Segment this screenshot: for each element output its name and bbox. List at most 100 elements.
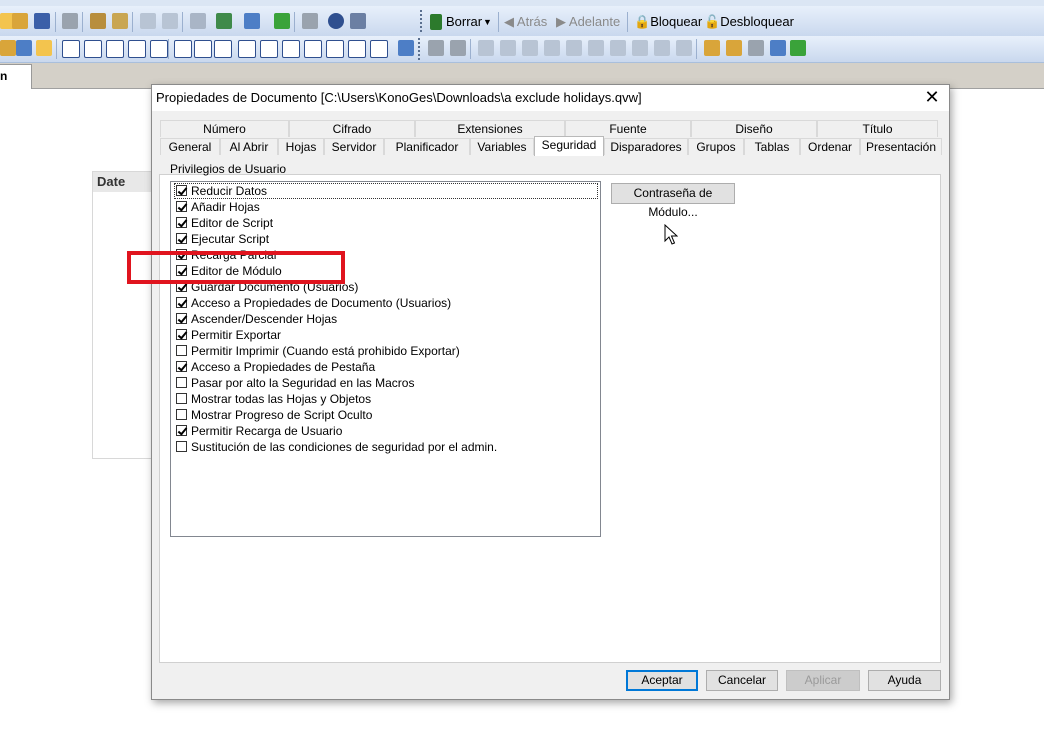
privilege-item[interactable]: Acceso a Propiedades de Documento (Usuar… — [174, 295, 598, 311]
design-tool-icon-3[interactable] — [36, 40, 52, 56]
undo-icon[interactable] — [140, 13, 156, 29]
slider-tool-icon[interactable] — [282, 40, 300, 58]
tab-hojas[interactable]: Hojas — [278, 138, 324, 155]
pivot-tool-icon[interactable] — [128, 40, 146, 58]
privilege-checkbox[interactable] — [176, 329, 187, 340]
dialog-title-bar[interactable]: Propiedades de Documento [C:\Users\KonoG… — [152, 85, 949, 111]
privilege-checkbox[interactable] — [176, 361, 187, 372]
privilege-checkbox[interactable] — [176, 425, 187, 436]
layout-tool-icon-6[interactable] — [588, 40, 604, 56]
privilege-checkbox[interactable] — [176, 217, 187, 228]
privilege-checkbox[interactable] — [176, 377, 187, 388]
container-tool-icon[interactable] — [348, 40, 366, 58]
search-tool-icon[interactable] — [326, 40, 344, 58]
privilege-item[interactable]: Permitir Recarga de Usuario — [174, 423, 598, 439]
privilege-checkbox[interactable] — [176, 201, 187, 212]
button-tool-icon[interactable] — [214, 40, 232, 58]
export-icon[interactable] — [112, 13, 128, 29]
tab-fuente[interactable]: Fuente — [565, 120, 691, 137]
layout-tool-icon-1[interactable] — [478, 40, 494, 56]
privilege-item[interactable]: Sustitución de las condiciones de seguri… — [174, 439, 598, 455]
listbox-tool-icon[interactable] — [62, 40, 80, 58]
tab-ordenar[interactable]: Ordenar — [800, 138, 860, 155]
script-icon[interactable] — [302, 13, 318, 29]
privilege-checkbox[interactable] — [176, 441, 187, 452]
tab-al-abrir[interactable]: Al Abrir — [220, 138, 278, 155]
properties-tool-icon-1[interactable] — [704, 40, 720, 56]
privilege-item[interactable]: Mostrar Progreso de Script Oculto — [174, 407, 598, 423]
privilege-checkbox[interactable] — [176, 185, 187, 196]
layout-tool-icon-4[interactable] — [544, 40, 560, 56]
tab-seguridad[interactable]: Seguridad — [534, 136, 604, 156]
tab-extensiones[interactable]: Extensiones — [415, 120, 565, 137]
layout-tool-icon-5[interactable] — [566, 40, 582, 56]
tab-cifrado[interactable]: Cifrado — [289, 120, 415, 137]
date-listbox[interactable]: Date — [92, 171, 154, 459]
align-tool-icon-1[interactable] — [398, 40, 414, 56]
sum-tool-icon[interactable] — [84, 40, 102, 58]
layout-tool-icon-7[interactable] — [610, 40, 626, 56]
help-button[interactable]: Ayuda — [868, 670, 941, 691]
privilege-item[interactable]: Añadir Hojas — [174, 199, 598, 215]
cancel-button[interactable]: Cancelar — [706, 670, 778, 691]
help-icon[interactable] — [328, 13, 344, 29]
redo-icon[interactable] — [162, 13, 178, 29]
layout-tool-icon-8[interactable] — [632, 40, 648, 56]
properties-tool-icon-4[interactable] — [770, 40, 786, 56]
align-tool-icon-3[interactable] — [450, 40, 466, 56]
save-icon[interactable] — [34, 13, 50, 29]
tab-tablas[interactable]: Tablas — [744, 138, 800, 155]
tab-numero[interactable]: Número — [160, 120, 289, 137]
privilege-checkbox[interactable] — [176, 409, 187, 420]
chart-icon[interactable] — [244, 13, 260, 29]
sheet-tab[interactable]: n — [0, 64, 32, 89]
text-tool-icon[interactable] — [238, 40, 256, 58]
layout-tool-icon-10[interactable] — [676, 40, 692, 56]
layout-tool-icon-3[interactable] — [522, 40, 538, 56]
privilege-item[interactable]: Ejecutar Script — [174, 231, 598, 247]
privilege-checkbox[interactable] — [176, 313, 187, 324]
open-icon[interactable] — [12, 13, 28, 29]
design-tool-icon-1[interactable] — [0, 40, 16, 56]
layout-tool-icon-9[interactable] — [654, 40, 670, 56]
forward-button[interactable]: ▶ Adelante — [556, 13, 620, 31]
apply-button[interactable]: Aplicar — [786, 670, 860, 691]
module-password-button[interactable]: Contraseña de Módulo... — [611, 183, 735, 219]
privilege-item[interactable]: Permitir Exportar — [174, 327, 598, 343]
properties-tool-icon-3[interactable] — [748, 40, 764, 56]
properties-tool-icon-2[interactable] — [726, 40, 742, 56]
privilege-item[interactable]: Reducir Datos — [174, 183, 598, 199]
privilege-checkbox[interactable] — [176, 233, 187, 244]
tab-general[interactable]: General — [160, 138, 220, 155]
input-tool-icon[interactable] — [174, 40, 192, 58]
tab-variables[interactable]: Variables — [470, 138, 534, 155]
align-tool-icon-2[interactable] — [428, 40, 444, 56]
privilege-item[interactable]: Acceso a Propiedades de Pestaña — [174, 359, 598, 375]
user-privileges-list[interactable]: Reducir Datos Añadir Hojas Editor de Scrip… — [170, 181, 601, 537]
tab-disparadores[interactable]: Disparadores — [604, 138, 688, 155]
multibox-tool-icon[interactable] — [194, 40, 212, 58]
privilege-item[interactable]: Permitir Imprimir (Cuando está prohibido… — [174, 343, 598, 359]
search-icon[interactable] — [190, 13, 206, 29]
privilege-checkbox[interactable] — [176, 297, 187, 308]
bookmark-tool-icon[interactable] — [304, 40, 322, 58]
back-button[interactable]: ◀ Atrás — [504, 13, 547, 31]
context-help-icon[interactable] — [350, 13, 366, 29]
lock-button[interactable]: 🔒Bloquear — [634, 13, 702, 31]
chart-tool-icon[interactable] — [150, 40, 168, 58]
clear-dropdown-icon[interactable]: ▼ — [483, 13, 492, 31]
custom-tool-icon[interactable] — [370, 40, 388, 58]
ok-button[interactable]: Aceptar — [626, 670, 698, 691]
bookmark-star-icon[interactable] — [274, 13, 290, 29]
tab-diseno[interactable]: Diseño — [691, 120, 817, 137]
privilege-checkbox[interactable] — [176, 345, 187, 356]
privilege-checkbox[interactable] — [176, 393, 187, 404]
unlock-button[interactable]: 🔓Desbloquear — [704, 13, 794, 31]
clear-icon[interactable] — [430, 14, 442, 30]
line-tool-icon[interactable] — [260, 40, 278, 58]
tab-servidor[interactable]: Servidor — [324, 138, 384, 155]
privilege-item[interactable]: Editor de Script — [174, 215, 598, 231]
clear-button[interactable]: Borrar — [446, 13, 482, 31]
layout-tool-icon-2[interactable] — [500, 40, 516, 56]
tab-planificador[interactable]: Planificador — [384, 138, 470, 155]
